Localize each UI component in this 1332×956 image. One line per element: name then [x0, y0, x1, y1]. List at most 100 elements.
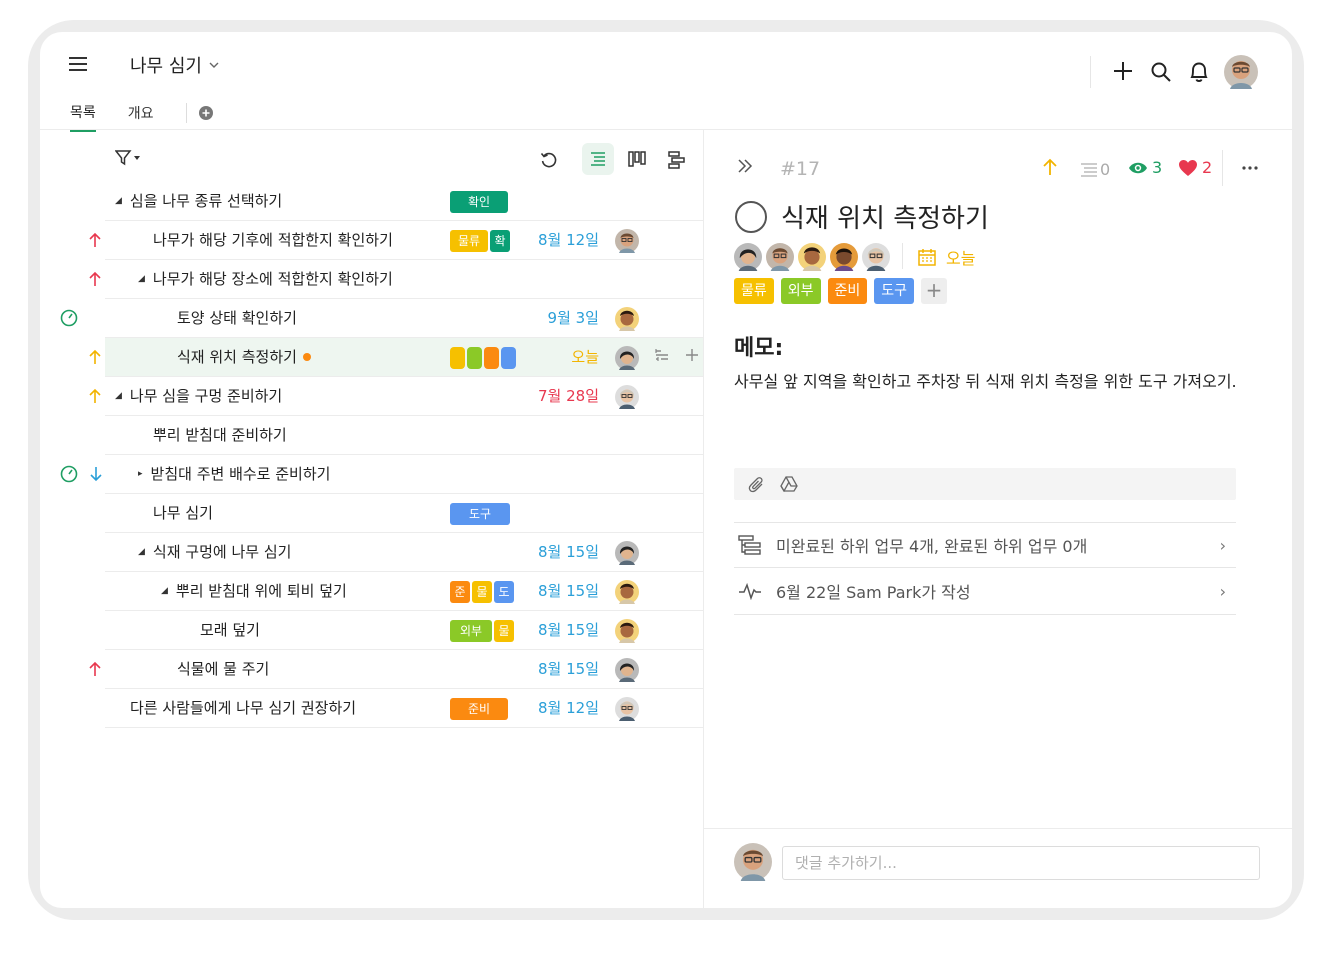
collapse-panel-icon[interactable]	[737, 159, 753, 173]
subtasks-summary-row[interactable]: 미완료된 하위 업무 4개, 완료된 하위 업무 0개 ›	[734, 523, 1236, 567]
task-name[interactable]: ◢ 나무 심을 구멍 준비하기	[115, 377, 282, 415]
list-view-icon[interactable]	[582, 143, 614, 175]
tag-chip[interactable]	[501, 347, 516, 369]
task-row[interactable]: ◢ 뿌리 받침대 위에 퇴비 덮기 준 물 도 8월 15일	[105, 572, 703, 611]
task-name[interactable]: ◢ 나무가 해당 장소에 적합한지 확인하기	[138, 260, 393, 298]
filter-icon[interactable]	[115, 150, 143, 166]
project-title[interactable]: 나무 심기	[130, 52, 220, 78]
assignee-avatar[interactable]	[615, 385, 639, 409]
timeline-view-icon[interactable]	[668, 151, 686, 169]
due-date[interactable]: 오늘	[946, 245, 975, 269]
assignee-avatar[interactable]	[615, 580, 639, 604]
tab-overview[interactable]: 개요	[128, 103, 154, 131]
task-row[interactable]: 식물에 물 주기 8월 15일	[105, 650, 703, 689]
assignee-avatar[interactable]	[615, 619, 639, 643]
tag-badge[interactable]: 물류	[734, 278, 774, 304]
tag-badge[interactable]: 물	[494, 620, 514, 642]
due-date[interactable]: 8월 15일	[538, 611, 599, 649]
assignee-avatar[interactable]	[862, 243, 890, 271]
priority-up-icon[interactable]	[1042, 158, 1058, 176]
task-row-selected[interactable]: 식재 위치 측정하기 오늘	[105, 338, 703, 377]
assignee-avatar[interactable]	[830, 243, 858, 271]
tag-badge[interactable]: 확인	[450, 191, 508, 213]
add-tag-button[interactable]: +	[921, 278, 948, 304]
add-icon[interactable]	[1112, 60, 1134, 82]
task-row[interactable]: ◢ 심을 나무 종류 선택하기 확인	[105, 182, 703, 221]
subtask-icon[interactable]	[655, 348, 669, 362]
task-row[interactable]: 나무 심기 도구	[105, 494, 703, 533]
due-date[interactable]: 7월 28일	[538, 377, 599, 415]
tag-badge[interactable]: 물	[472, 581, 492, 603]
activity-row[interactable]: 6월 22일 Sam Park가 작성 ›	[734, 569, 1236, 613]
expand-caret-icon[interactable]: ▸	[138, 455, 143, 493]
collapse-caret-icon[interactable]: ◢	[161, 572, 168, 610]
user-avatar[interactable]	[1224, 55, 1258, 89]
due-date[interactable]: 9월 3일	[548, 299, 599, 337]
task-row[interactable]: 모래 덮기 외부 물 8월 15일	[105, 611, 703, 650]
likes-counter[interactable]: 2	[1178, 158, 1212, 177]
assignee-avatar[interactable]	[766, 243, 794, 271]
watchers-counter[interactable]: 3	[1128, 158, 1162, 177]
task-name[interactable]: 나무 심기	[153, 494, 213, 532]
task-name[interactable]: ◢ 식재 구멍에 나무 심기	[138, 533, 291, 571]
task-row[interactable]: 뿌리 받침대 준비하기	[105, 416, 703, 455]
task-name[interactable]: 토양 상태 확인하기	[177, 299, 297, 337]
tag-badge[interactable]: 확	[490, 230, 510, 252]
drive-icon[interactable]	[780, 476, 798, 492]
paperclip-icon[interactable]	[748, 476, 766, 494]
add-subtask-icon[interactable]	[685, 348, 699, 362]
due-date[interactable]: 8월 15일	[538, 572, 599, 610]
due-date[interactable]: 8월 12일	[538, 221, 599, 259]
collapse-caret-icon[interactable]: ◢	[138, 260, 145, 298]
tag-badge[interactable]: 준비	[827, 278, 868, 304]
tag-chip[interactable]	[467, 347, 482, 369]
assignee-avatar[interactable]	[615, 307, 639, 331]
due-date[interactable]: 8월 15일	[538, 650, 599, 688]
menu-icon[interactable]	[69, 56, 89, 72]
task-row[interactable]: ◢ 나무 심을 구멍 준비하기 7월 28일	[105, 377, 703, 416]
task-name[interactable]: 모래 덮기	[200, 611, 260, 649]
task-row[interactable]: ◢ 식재 구멍에 나무 심기 8월 15일	[105, 533, 703, 572]
task-name[interactable]: ◢ 뿌리 받침대 위에 퇴비 덮기	[161, 572, 347, 610]
assignee-avatar[interactable]	[798, 243, 826, 271]
assignee-avatar[interactable]	[615, 541, 639, 565]
due-date[interactable]: 8월 12일	[538, 689, 599, 727]
memo-text[interactable]: 사무실 앞 지역을 확인하고 주차장 뒤 식재 위치 측정을 위한 도구 가져오…	[734, 371, 1244, 393]
subtask-counter[interactable]: 0	[1080, 160, 1110, 179]
tag-badge[interactable]: 도구	[450, 503, 510, 525]
task-title[interactable]: 식재 위치 측정하기	[781, 198, 989, 235]
tag-chip[interactable]	[484, 347, 499, 369]
tag-badge[interactable]: 준비	[450, 698, 508, 720]
search-icon[interactable]	[1150, 61, 1172, 83]
calendar-icon[interactable]	[917, 247, 937, 267]
assignee-avatar[interactable]	[615, 697, 639, 721]
more-options-icon[interactable]	[1242, 166, 1258, 170]
assignee-avatar[interactable]	[615, 346, 639, 370]
task-name[interactable]: ◢ 심을 나무 종류 선택하기	[115, 182, 282, 220]
tag-badge[interactable]: 외부	[780, 278, 821, 304]
task-row[interactable]: ◢ 나무가 해당 장소에 적합한지 확인하기	[105, 260, 703, 299]
assignee-avatar[interactable]	[615, 658, 639, 682]
collapse-caret-icon[interactable]: ◢	[115, 182, 122, 220]
tag-badge[interactable]: 외부	[450, 620, 492, 642]
task-name[interactable]: 나무가 해당 기후에 적합한지 확인하기	[153, 221, 393, 259]
task-row[interactable]: 다른 사람들에게 나무 심기 권장하기 준비 8월 12일	[105, 689, 703, 728]
add-tab-icon[interactable]	[198, 106, 213, 120]
assignee-avatar[interactable]	[615, 229, 639, 253]
tab-list[interactable]: 목록	[70, 102, 96, 132]
complete-checkbox-icon[interactable]	[734, 200, 768, 234]
task-name[interactable]: 다른 사람들에게 나무 심기 권장하기	[130, 689, 356, 727]
due-date[interactable]: 8월 15일	[538, 533, 599, 571]
due-date[interactable]: 오늘	[571, 338, 599, 376]
task-name[interactable]: 식물에 물 주기	[177, 650, 269, 688]
bell-icon[interactable]	[1188, 60, 1210, 84]
task-row[interactable]: ▸ 받침대 주변 배수로 준비하기	[105, 455, 703, 494]
task-name[interactable]: 뿌리 받침대 준비하기	[153, 416, 287, 454]
comment-input[interactable]	[782, 846, 1260, 880]
tag-badge[interactable]: 도구	[874, 278, 915, 304]
collapse-caret-icon[interactable]: ◢	[138, 533, 145, 571]
board-view-icon[interactable]	[628, 151, 646, 167]
task-row[interactable]: 나무가 해당 기후에 적합한지 확인하기 물류 확 8월 12일	[105, 221, 703, 260]
tag-badge[interactable]: 도	[494, 581, 514, 603]
tag-badge[interactable]: 물류	[450, 230, 488, 252]
